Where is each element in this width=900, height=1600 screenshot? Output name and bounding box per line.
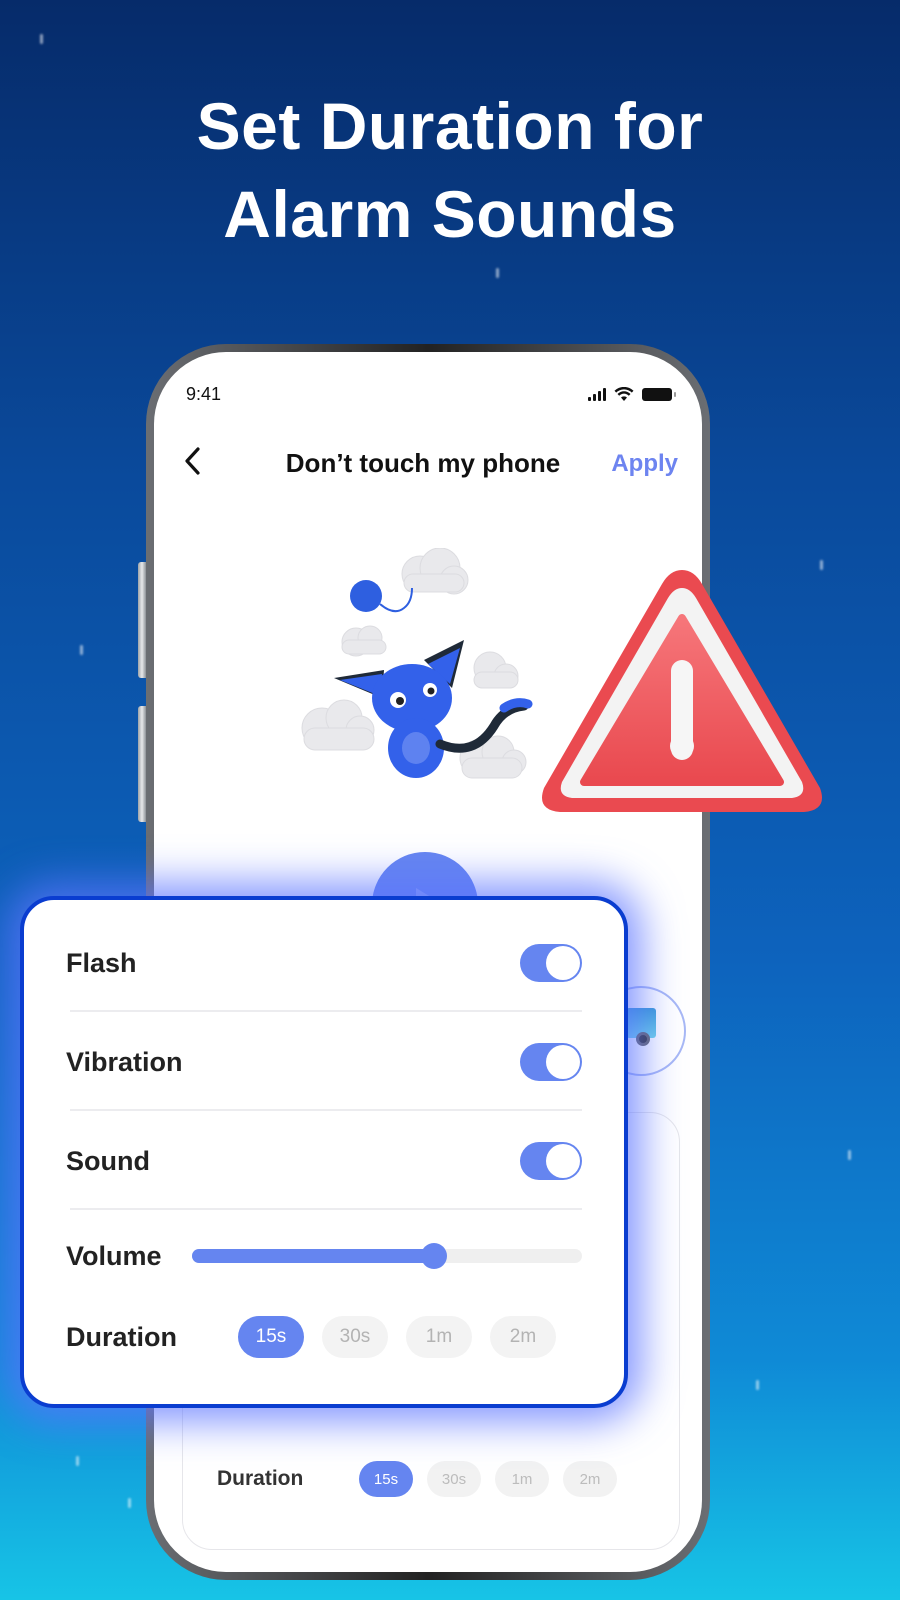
toggle-knob (546, 1144, 580, 1178)
nav-bar: Don’t touch my phone Apply (154, 440, 702, 480)
status-time: 9:41 (186, 383, 222, 404)
sparkle (80, 645, 83, 655)
flash-label: Flash (66, 947, 137, 978)
volume-row: Volume (66, 1226, 582, 1286)
volume-slider-fill (192, 1249, 434, 1263)
flash-row: Flash (66, 914, 582, 1012)
toggle-knob (546, 1045, 580, 1079)
sparkle (76, 1456, 79, 1466)
sparkle (40, 34, 43, 44)
sparkle (128, 1498, 131, 1508)
duration-option-2m[interactable]: 2m (490, 1316, 556, 1358)
cat-illustration (301, 548, 533, 779)
apply-button[interactable]: Apply (611, 450, 678, 478)
duration-option-30s[interactable]: 30s (427, 1461, 481, 1497)
vibration-row: Vibration (66, 1013, 582, 1111)
duration-option-1m[interactable]: 1m (406, 1316, 472, 1358)
headline: Set Duration for Alarm Sounds (0, 82, 900, 258)
duration-option-15s[interactable]: 15s (359, 1461, 413, 1497)
duration-label: Duration (217, 1467, 304, 1490)
signal-icon (588, 387, 606, 401)
cloud-shape (341, 625, 387, 657)
sparkle (848, 1150, 851, 1160)
headline-line-2: Alarm Sounds (223, 177, 677, 251)
status-icons (588, 386, 676, 402)
duration-selector-background: Duration 15s 30s 1m 2m (217, 1461, 631, 1497)
duration-option-1m[interactable]: 1m (495, 1461, 549, 1497)
sound-label: Sound (66, 1145, 150, 1176)
headline-line-1: Set Duration for (196, 89, 704, 163)
toggle-knob (546, 946, 580, 980)
volume-label: Volume (66, 1240, 162, 1271)
phone-volume-down-button (138, 706, 146, 822)
battery-icon (642, 387, 676, 401)
duration-option-2m[interactable]: 2m (563, 1461, 617, 1497)
yarn-ball (350, 580, 382, 612)
cloud-shape (473, 651, 519, 689)
vibration-label: Vibration (66, 1046, 183, 1077)
flash-toggle[interactable] (520, 944, 582, 982)
sound-toggle[interactable] (520, 1142, 582, 1180)
sound-row: Sound (66, 1112, 582, 1210)
sparkle (756, 1380, 759, 1390)
duration-option-30s[interactable]: 30s (322, 1316, 388, 1358)
status-bar: 9:41 (186, 382, 676, 406)
sparkle (496, 268, 499, 278)
duration-option-15s[interactable]: 15s (238, 1316, 304, 1358)
duration-label: Duration (66, 1321, 177, 1352)
alarm-settings-card: Flash Vibration Sound Volume Duration 15… (20, 896, 628, 1408)
volume-slider-thumb[interactable] (420, 1243, 447, 1269)
cloud-shape (301, 699, 375, 751)
volume-slider[interactable] (192, 1243, 582, 1269)
truck-wheel (636, 1032, 650, 1046)
wifi-icon (614, 386, 634, 401)
warning-triangle-icon (542, 570, 822, 812)
vibration-toggle[interactable] (520, 1043, 582, 1081)
duration-row: Duration 15s 30s 1m 2m (66, 1310, 582, 1364)
phone-volume-up-button (138, 562, 146, 678)
cloud-shape (401, 548, 469, 595)
